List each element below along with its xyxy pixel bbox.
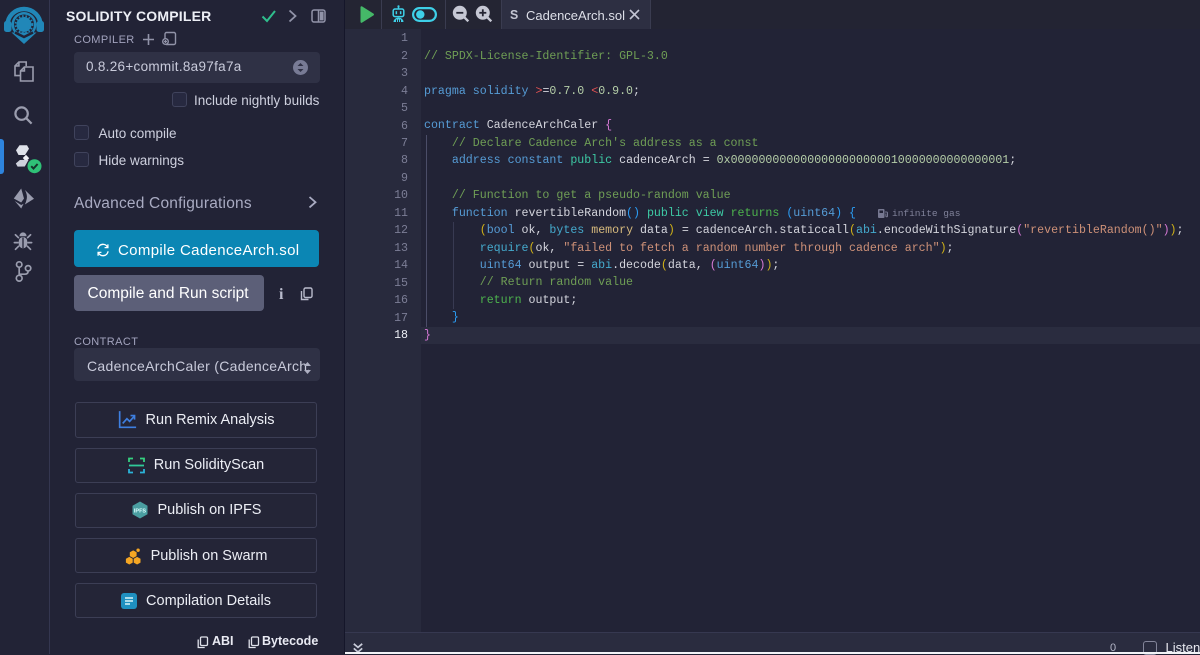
svg-text:IPFS: IPFS [133,509,146,515]
